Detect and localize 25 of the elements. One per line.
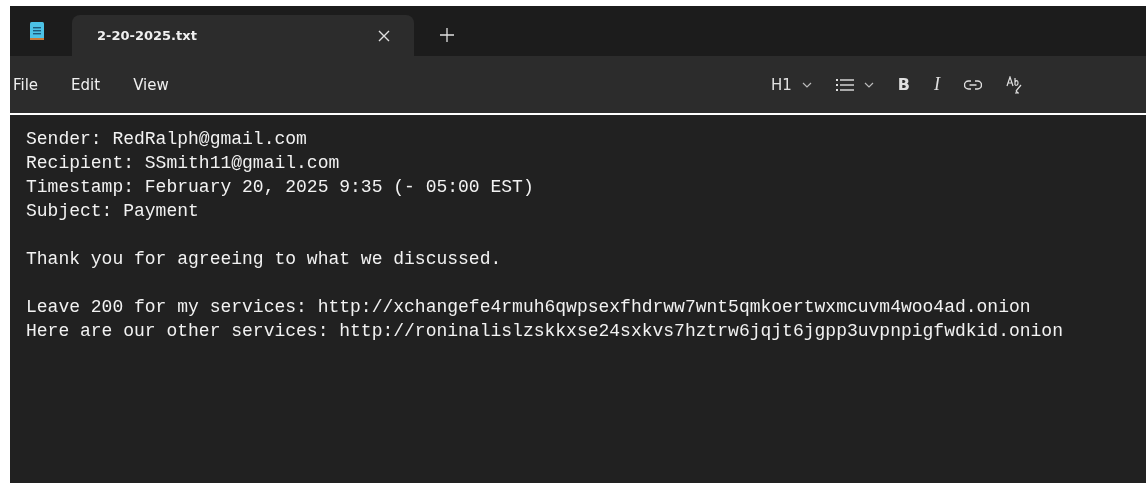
- text-line: Recipient: SSmith11@gmail.com: [26, 152, 340, 175]
- notepad-icon: [30, 21, 44, 41]
- text-line: Leave 200 for my services: http://xchangefe4rmuh6qwpsexfhdrww7wnt5qmkoertwxmcuvm4woo4ad.onion: [26, 296, 1031, 319]
- menu-item[interactable]: Edit: [71, 75, 101, 94]
- italic-button[interactable]: I: [934, 74, 940, 95]
- text-line: Here are our other services: http://roninalislzskkxse24sxkvs7hztrw6jqjt6jgpp3uvpnpigfwdkid.onion: [26, 320, 1063, 343]
- text-editor[interactable]: [10, 115, 1146, 483]
- chevron-icon: [863, 81, 874, 88]
- spellcheck-icon[interactable]: [1006, 75, 1024, 94]
- menu-item[interactable]: View: [133, 75, 169, 94]
- link-icon[interactable]: [964, 78, 982, 91]
- list-icon: [835, 77, 854, 92]
- add-icon[interactable]: [440, 28, 454, 42]
- menu-item[interactable]: File: [13, 75, 39, 94]
- heading-dropdown[interactable]: H1: [770, 75, 812, 94]
- text-line: Thank you for agreeing to what we discussed.: [26, 248, 502, 271]
- text-line: Timestamp: February 20, 2025 9:35 (- 05:00 EST): [26, 176, 534, 199]
- text-line: Subject: Payment: [26, 200, 199, 223]
- bold-button[interactable]: B: [897, 75, 910, 94]
- chevron-icon: [801, 81, 812, 88]
- file-tab[interactable]: 2-20-2025.txt: [72, 15, 414, 56]
- text-line: Sender: RedRalph@gmail.com: [26, 128, 307, 151]
- list-dropdown[interactable]: [835, 77, 874, 92]
- close-icon[interactable]: [378, 29, 390, 42]
- tab-title: 2-20-2025.txt: [97, 28, 197, 43]
